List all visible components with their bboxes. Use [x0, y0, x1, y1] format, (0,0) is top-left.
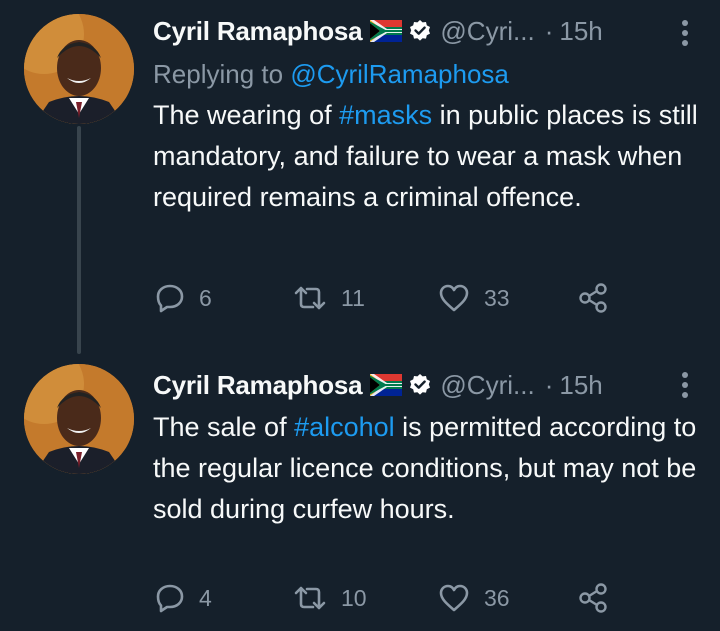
- like-icon: [439, 284, 469, 312]
- like-button[interactable]: 33: [438, 278, 510, 318]
- timestamp[interactable]: 15h: [559, 370, 602, 401]
- tweet-header: Cyril Ramaphosa @Cyri... · 15h: [153, 364, 700, 406]
- reply-count: 6: [199, 284, 212, 311]
- avatar[interactable]: [24, 364, 134, 474]
- replying-to-link[interactable]: @CyrilRamaphosa: [290, 59, 509, 89]
- like-button[interactable]: 36: [438, 578, 510, 618]
- share-icon: [579, 283, 607, 313]
- tweet[interactable]: Cyril Ramaphosa @Cyri... · 15h Replying …: [0, 0, 720, 354]
- like-icon: [439, 584, 469, 612]
- tweet-header: Cyril Ramaphosa @Cyri... · 15h: [153, 10, 700, 52]
- retweet-button[interactable]: 11: [293, 278, 365, 318]
- verified-badge-icon: [410, 20, 431, 41]
- author-name[interactable]: Cyril Ramaphosa: [153, 16, 363, 47]
- thread-line: [77, 126, 81, 354]
- author-handle[interactable]: @Cyri...: [440, 16, 534, 47]
- tweet-actions: 6 11 33: [153, 278, 653, 318]
- reply-count: 4: [199, 584, 212, 611]
- south-africa-flag-icon: [370, 374, 403, 396]
- hashtag-link[interactable]: #masks: [339, 100, 432, 130]
- author-name[interactable]: Cyril Ramaphosa: [153, 370, 363, 401]
- replying-to: Replying to @CyrilRamaphosa: [153, 54, 700, 94]
- retweet-icon: [294, 286, 326, 310]
- replying-to-label: Replying to: [153, 59, 291, 89]
- tweet-text-part: The wearing of: [153, 100, 340, 130]
- retweet-count: 11: [341, 284, 365, 311]
- avatar[interactable]: [24, 14, 134, 124]
- more-icon[interactable]: [682, 20, 690, 48]
- like-count: 36: [484, 584, 510, 611]
- tweet[interactable]: Cyril Ramaphosa @Cyri... · 15h The sale …: [0, 352, 720, 631]
- tweet-actions: 4 10 36: [153, 578, 653, 618]
- retweet-icon: [294, 586, 326, 610]
- like-count: 33: [484, 284, 510, 311]
- retweet-button[interactable]: 10: [293, 578, 367, 618]
- retweet-count: 10: [341, 584, 367, 611]
- reply-button[interactable]: 4: [155, 578, 212, 618]
- timestamp[interactable]: 15h: [559, 16, 602, 47]
- separator-dot: ·: [544, 15, 554, 46]
- author-handle[interactable]: @Cyri...: [440, 370, 534, 401]
- verified-badge-icon: [410, 374, 431, 395]
- tweet-text-part: The sale of: [153, 412, 295, 442]
- reply-icon: [156, 584, 184, 613]
- share-button[interactable]: [578, 278, 608, 318]
- more-icon[interactable]: [682, 372, 690, 400]
- reply-button[interactable]: 6: [155, 278, 212, 318]
- separator-dot: ·: [544, 369, 554, 400]
- hashtag-link[interactable]: #alcohol: [294, 412, 395, 442]
- avatar-photo: [24, 364, 134, 474]
- avatar-photo: [24, 14, 134, 124]
- south-africa-flag-icon: [370, 20, 403, 42]
- reply-icon: [156, 284, 184, 313]
- tweet-content: Cyril Ramaphosa @Cyri... · 15h Replying …: [153, 10, 700, 218]
- share-icon: [579, 583, 607, 613]
- tweet-text: The wearing of #masks in public places i…: [153, 95, 700, 218]
- share-button[interactable]: [578, 578, 608, 618]
- tweet-text: The sale of #alcohol is permitted accord…: [153, 407, 700, 530]
- tweet-content: Cyril Ramaphosa @Cyri... · 15h The sale …: [153, 364, 700, 530]
